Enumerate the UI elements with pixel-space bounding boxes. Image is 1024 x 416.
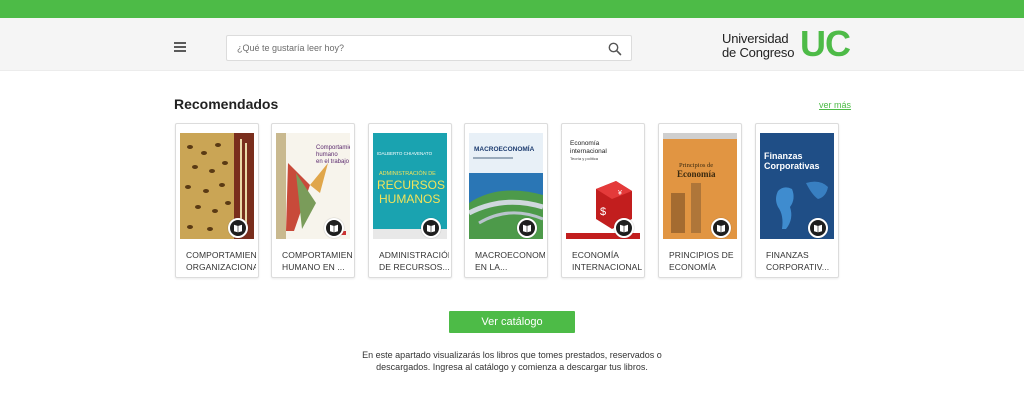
svg-text:Teoría y política: Teoría y política xyxy=(570,156,599,161)
book-title: FINANZAS CORPORATIV... xyxy=(766,250,830,272)
svg-text:RECURSOS: RECURSOS xyxy=(377,178,445,192)
book-title: PRINCIPIOS DE ECONOMÍA xyxy=(669,250,734,272)
book-icon xyxy=(614,218,634,238)
book-card[interactable]: COMPORTAMIENTOORGANIZACIONAL xyxy=(175,123,259,278)
svg-text:en el trabajo: en el trabajo xyxy=(316,159,350,165)
book-card[interactable]: Finanzas Corporativas FINANZAS CORPORATIV… xyxy=(755,123,839,278)
book-icon xyxy=(421,218,441,238)
svg-text:Principios de: Principios de xyxy=(679,162,713,169)
menu-icon[interactable] xyxy=(174,42,188,52)
view-catalog-button[interactable]: Ver catálogo xyxy=(449,311,575,333)
header: Universidad de Congreso UC xyxy=(0,18,1024,71)
svg-text:IDALBERTO CHIAVENATO: IDALBERTO CHIAVENATO xyxy=(377,151,433,156)
university-logo[interactable]: Universidad de Congreso UC xyxy=(722,24,852,64)
svg-text:ADMINISTRACIÓN DE: ADMINISTRACIÓN DE xyxy=(379,170,436,177)
search-icon[interactable] xyxy=(607,41,623,57)
see-more-link[interactable]: ver más xyxy=(819,100,851,110)
svg-text:MACROECONOMÍA: MACROECONOMÍA xyxy=(474,144,535,153)
book-icon xyxy=(711,218,731,238)
svg-text:humano: humano xyxy=(316,152,338,158)
logo-mark: UC xyxy=(800,23,851,64)
book-card[interactable]: Principios de Economía PRINCIPIOS DE ECON… xyxy=(658,123,742,278)
book-card[interactable]: Economía internacional Teoría y política… xyxy=(561,123,645,278)
svg-text:HUMANOS: HUMANOS xyxy=(379,192,440,206)
logo-line-2: de Congreso xyxy=(722,45,795,60)
book-card[interactable]: Comportamiento humano en el trabajo COMP… xyxy=(271,123,355,278)
svg-text:internacional: internacional xyxy=(570,148,607,155)
svg-text:Finanzas: Finanzas xyxy=(764,151,803,161)
search-input[interactable] xyxy=(237,36,597,60)
svg-text:$: $ xyxy=(600,206,606,218)
book-card[interactable]: MACROECONOMÍA MACROECONOMÍAEN LA... xyxy=(464,123,548,278)
book-icon xyxy=(228,218,248,238)
search-bar xyxy=(226,35,632,61)
top-accent-bar xyxy=(0,0,1024,18)
book-card[interactable]: IDALBERTO CHIAVENATO ADMINISTRACIÓN DE R… xyxy=(368,123,452,278)
svg-text:Corporativas: Corporativas xyxy=(764,161,820,171)
book-icon xyxy=(808,218,828,238)
book-title: MACROECONOMÍAEN LA... xyxy=(475,250,545,272)
section-title: Recomendados xyxy=(174,96,279,112)
book-title: COMPORTAMIENTOHUMANO EN ... xyxy=(282,250,352,272)
svg-text:¥: ¥ xyxy=(618,190,622,197)
svg-text:Comportamiento: Comportamiento xyxy=(316,145,350,151)
book-icon xyxy=(324,218,344,238)
catalog-description: En este apartado visualizarás los libros… xyxy=(362,350,662,372)
book-title: COMPORTAMIENTOORGANIZACIONAL xyxy=(186,250,256,272)
logo-line-1: Universidad xyxy=(722,31,789,46)
logo-text: Universidad de Congreso xyxy=(722,32,794,60)
book-title: ECONOMÍA INTERNACIONAL xyxy=(572,250,642,272)
svg-text:Economía: Economía xyxy=(570,140,600,147)
svg-text:Economía: Economía xyxy=(677,169,716,179)
book-icon xyxy=(517,218,537,238)
book-title: ADMINISTRACIÓN DE RECURSOS... xyxy=(379,250,449,272)
